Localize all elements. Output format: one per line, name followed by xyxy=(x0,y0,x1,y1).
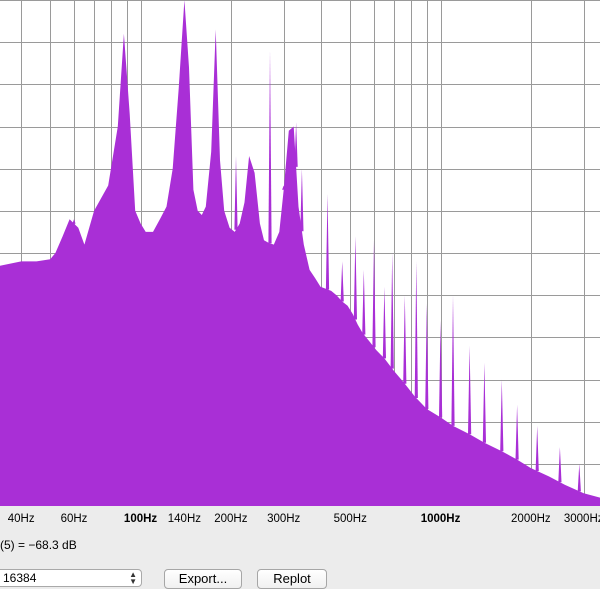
cursor-readout: (5) = −68.3 dB xyxy=(0,538,77,552)
x-tick-label: 60Hz xyxy=(60,513,88,525)
spectrum-peak xyxy=(234,156,238,230)
replot-button[interactable]: Replot xyxy=(257,569,327,589)
spectrum-peak xyxy=(515,404,519,460)
spectrum-peak xyxy=(451,295,455,426)
export-button[interactable]: Export... xyxy=(164,569,242,589)
spectrum-peak xyxy=(72,219,76,224)
x-tick-label: 2000Hz xyxy=(511,513,551,525)
spectrum-peak xyxy=(340,261,344,302)
spectrum-peak xyxy=(300,168,304,232)
size-select-value: 16384 xyxy=(3,571,37,585)
size-select[interactable]: 16384 ▲ ▼ xyxy=(0,569,142,587)
spectrum-peak xyxy=(535,425,539,471)
spectrum-peak xyxy=(500,379,504,452)
frequency-axis-labels: 40Hz 60Hz 100Hz 140Hz 200Hz 300Hz 500Hz 1000Hz 2… xyxy=(0,508,600,530)
x-tick-label: 300Hz xyxy=(267,513,301,525)
spectrum-peak xyxy=(362,269,366,335)
spectrum-peak xyxy=(325,194,330,290)
x-tick-label: 40Hz xyxy=(7,513,35,525)
spectrum-peak xyxy=(403,295,407,384)
x-tick-label: 200Hz xyxy=(214,513,248,525)
spectrum-peak xyxy=(414,261,418,398)
spectrum-chart[interactable] xyxy=(0,0,600,506)
spectrum-peak xyxy=(353,236,357,320)
x-tick-label: 140Hz xyxy=(167,513,202,525)
spectrum-peak xyxy=(482,362,486,443)
spectrum-peak xyxy=(372,240,376,348)
spectrum-peak xyxy=(294,122,298,167)
x-tick-label: 1000Hz xyxy=(420,513,461,525)
spectrum-peak xyxy=(577,463,581,492)
spectrum-peak xyxy=(390,253,394,369)
x-tick-label: 3000Hz xyxy=(563,513,600,525)
spectrum-peak xyxy=(268,50,272,244)
spectrum-peak xyxy=(382,286,386,359)
updown-arrows-icon: ▲ ▼ xyxy=(129,570,137,586)
spectrum-peak xyxy=(468,345,472,435)
x-tick-label: 500Hz xyxy=(333,513,367,525)
spectrum-plot[interactable] xyxy=(0,0,600,506)
x-tick-label: 100Hz xyxy=(123,513,158,525)
controls-bar: 16384 ▲ ▼ Export... Replot xyxy=(0,566,600,589)
